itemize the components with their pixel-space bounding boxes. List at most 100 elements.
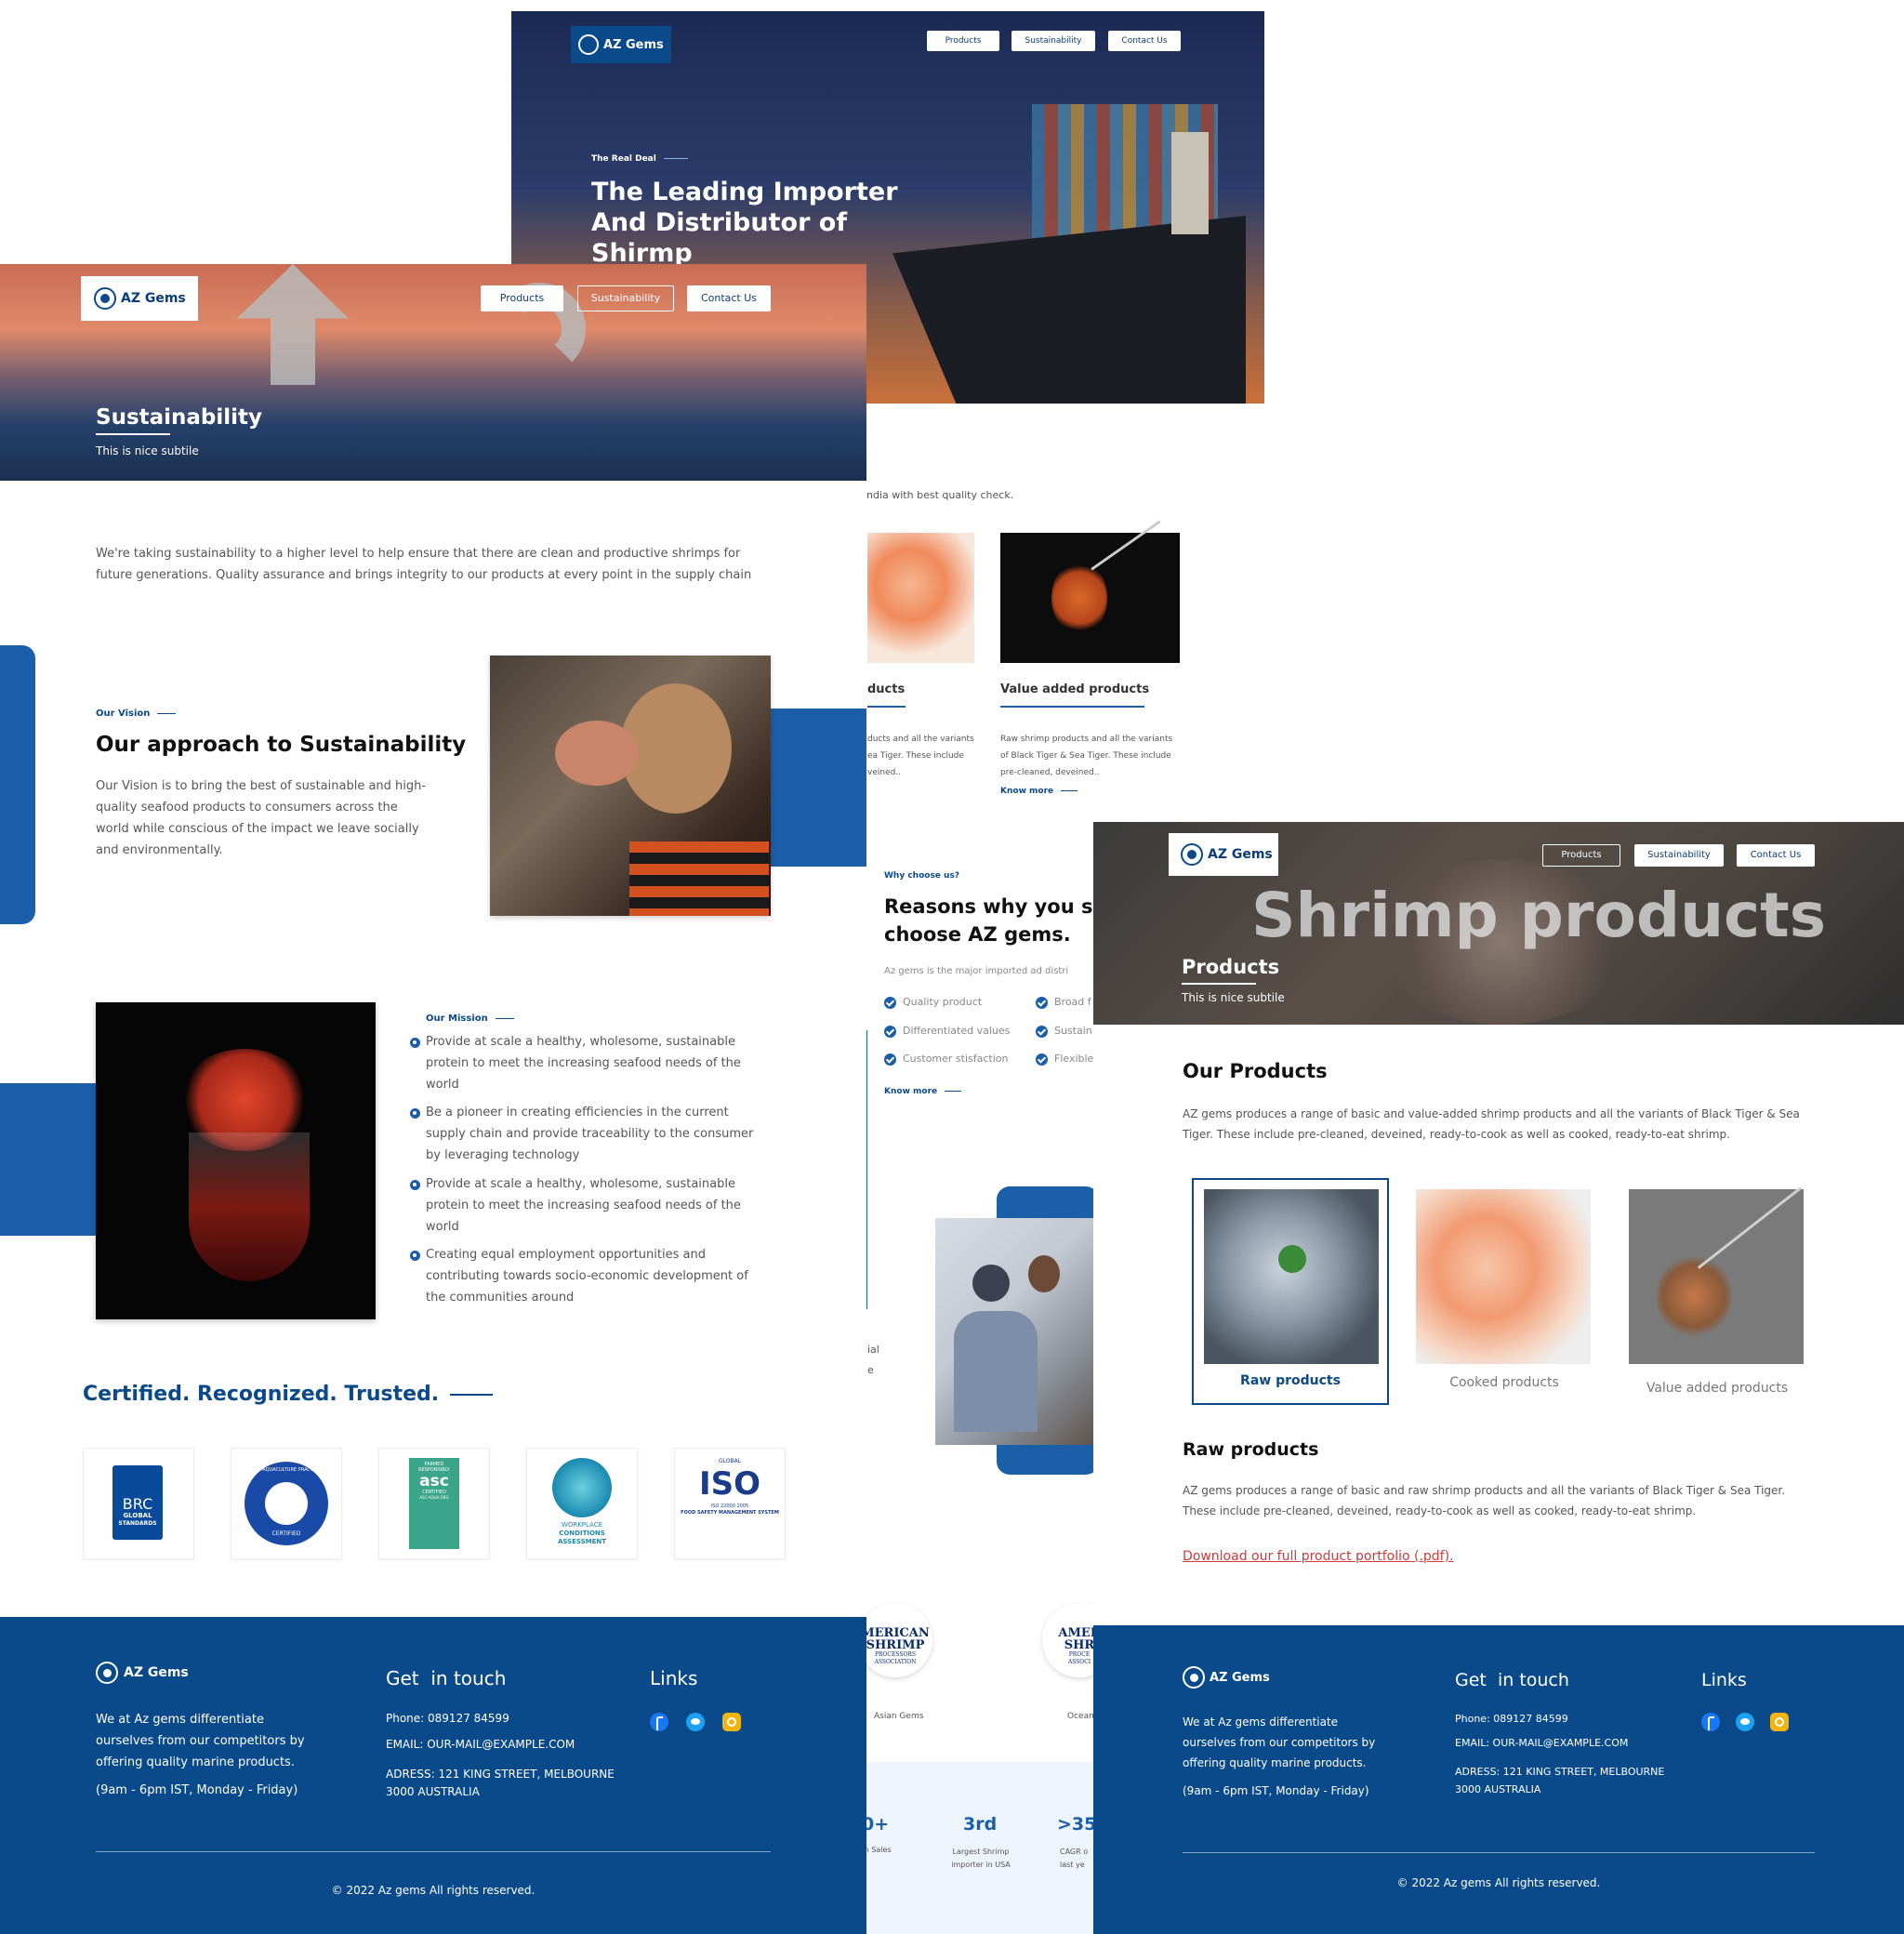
products-nav-products[interactable]: Products bbox=[1542, 844, 1620, 867]
stat-label: Largest Shrimp importer in USA bbox=[951, 1848, 1011, 1869]
hero-title-underline bbox=[96, 433, 170, 435]
tab-cooked-products[interactable]: Cooked products bbox=[1406, 1178, 1603, 1405]
products-footer: AZ Gems We at Az gems differentiate ourse… bbox=[1093, 1625, 1904, 1934]
home-nav-products[interactable]: Products bbox=[927, 31, 999, 51]
sustainability-logo[interactable]: AZ Gems bbox=[81, 276, 198, 321]
home-hero-eyebrow: The Real Deal bbox=[591, 154, 688, 164]
twitter-icon[interactable] bbox=[686, 1713, 705, 1731]
logo-emblem-icon bbox=[94, 287, 116, 310]
reason-item: Differentiated values bbox=[903, 1025, 1011, 1037]
products-page-panel: Shrimp products AZ Gems Products Sustain… bbox=[1093, 822, 1904, 1934]
logo-emblem-icon bbox=[578, 34, 599, 55]
card1-underline bbox=[867, 706, 906, 708]
sustainability-intro: We're taking sustainability to a higher … bbox=[96, 547, 752, 582]
footer-get-in-touch-title: Get in touch bbox=[1455, 1670, 1569, 1690]
why-know-more-link[interactable]: Know more bbox=[884, 1087, 962, 1096]
footer-hours: (9am - 6pm IST, Monday - Friday) bbox=[96, 1783, 298, 1797]
mission-eyebrow: Our Mission bbox=[426, 1013, 514, 1024]
products-hero-background-text: Shrimp products bbox=[1251, 880, 1827, 951]
tab-label: Raw products bbox=[1240, 1373, 1341, 1388]
certifications-heading: Certified. Recognized. Trusted. bbox=[83, 1383, 494, 1406]
stat-label: CAGR o last ye bbox=[1060, 1848, 1089, 1869]
home-nav-contact[interactable]: Contact Us bbox=[1108, 31, 1181, 51]
products-nav-sustainability[interactable]: Sustainability bbox=[1634, 844, 1724, 867]
hero-title-underline bbox=[1182, 983, 1256, 985]
sustainability-footer: AZ Gems We at Az gems differentiate ourse… bbox=[0, 1617, 866, 1934]
products-hero-title: Products bbox=[1182, 956, 1280, 978]
logo-emblem-icon bbox=[96, 1662, 118, 1684]
logo-text: AZ Gems bbox=[603, 37, 664, 52]
footer-divider bbox=[1183, 1852, 1815, 1853]
vision-title: Our approach to Sustainability bbox=[96, 733, 467, 757]
cargo-ship-image bbox=[874, 76, 1264, 404]
card1-title: ducts bbox=[867, 682, 906, 696]
logo-text: AZ Gems bbox=[1208, 847, 1273, 862]
products-nav-contact[interactable]: Contact Us bbox=[1737, 844, 1815, 867]
footer-hours: (9am - 6pm IST, Monday - Friday) bbox=[1183, 1784, 1369, 1797]
footer-email[interactable]: EMAIL: OUR-MAIL@EXAMPLE.COM bbox=[1455, 1737, 1628, 1749]
cooked-shrimp-card-image bbox=[867, 533, 974, 663]
raw-products-title: Raw products bbox=[1183, 1439, 1319, 1460]
mission-item: Creating equal employment opportunities … bbox=[426, 1248, 748, 1305]
download-portfolio-link[interactable]: Download our full product portfolio (.pd… bbox=[1183, 1549, 1454, 1564]
mission-item: Provide at scale a healthy, wholesome, s… bbox=[426, 1035, 741, 1092]
footer-get-in-touch-title: Get in touch bbox=[386, 1667, 507, 1689]
facebook-icon[interactable] bbox=[650, 1713, 668, 1731]
check-icon bbox=[884, 1053, 896, 1066]
check-icon bbox=[1036, 997, 1048, 1009]
check-icon bbox=[1036, 1026, 1048, 1038]
sust-nav-sustainability[interactable]: Sustainability bbox=[577, 285, 674, 311]
sust-nav-contact[interactable]: Contact Us bbox=[687, 285, 771, 311]
home-logo[interactable]: AZ Gems bbox=[571, 26, 671, 63]
sust-nav-products[interactable]: Products bbox=[481, 285, 563, 311]
cooked-shrimp-image bbox=[1416, 1189, 1591, 1364]
partner-caption: Asian Gems bbox=[874, 1712, 924, 1721]
workplace-conditions-logo: WORKPLACE CONDITIONS ASSESSMENT bbox=[526, 1448, 638, 1559]
blue-accent-block bbox=[768, 709, 866, 867]
check-icon bbox=[1036, 1053, 1048, 1066]
iso-certification-logo: GLOBAL ISO ISO 22000 2005 FOOD SAFETY MA… bbox=[674, 1448, 786, 1559]
why-desc: Az gems is the major imported ad distri bbox=[884, 966, 1069, 976]
footer-email[interactable]: EMAIL: OUR-MAIL@EXAMPLE.COM bbox=[386, 1738, 575, 1751]
partner-logo-american-shrimp: MERICAN SHRIMP PROCESSORS ASSOCIATION bbox=[858, 1603, 932, 1677]
reason-item: Flexible bbox=[1054, 1053, 1094, 1065]
products-logo[interactable]: AZ Gems bbox=[1169, 833, 1278, 876]
sustainability-hero-subtitle: This is nice subtile bbox=[96, 444, 199, 457]
tab-label: Cooked products bbox=[1449, 1375, 1559, 1390]
footer-divider bbox=[96, 1851, 771, 1852]
footer-links-title: Links bbox=[1701, 1670, 1747, 1690]
footer-about: We at Az gems differentiate ourselves fro… bbox=[1183, 1715, 1376, 1769]
logo-emblem-icon bbox=[1181, 843, 1203, 866]
footer-logo[interactable]: AZ Gems bbox=[1183, 1666, 1270, 1689]
card2-title[interactable]: Value added products bbox=[1000, 682, 1149, 696]
instagram-icon[interactable] bbox=[1770, 1713, 1789, 1731]
recycle-arrow-graphic bbox=[237, 264, 349, 385]
twitter-icon[interactable] bbox=[1736, 1713, 1754, 1731]
footer-logo-text: AZ Gems bbox=[1210, 1670, 1270, 1685]
reason-item: Quality product bbox=[903, 996, 983, 1008]
footer-phone[interactable]: Phone: 089127 84599 bbox=[386, 1712, 509, 1725]
sustainability-hero: AZ Gems Products Sustainability Contact … bbox=[0, 264, 866, 481]
tab-value-added-products[interactable]: Value added products bbox=[1619, 1178, 1816, 1405]
fragment-text: ial bbox=[867, 1344, 879, 1356]
logo-text: AZ Gems bbox=[121, 291, 186, 306]
our-products-text: AZ gems produces a range of basic and va… bbox=[1183, 1107, 1800, 1141]
bullet-icon bbox=[410, 1180, 420, 1190]
reason-item: Customer stisfaction bbox=[903, 1053, 1009, 1065]
reason-item: Sustain bbox=[1054, 1025, 1092, 1037]
check-icon bbox=[884, 1026, 896, 1038]
footer-copyright: © 2022 Az gems All rights reserved. bbox=[1396, 1876, 1601, 1889]
footer-logo[interactable]: AZ Gems bbox=[96, 1662, 189, 1684]
shrimp-in-glass-photo bbox=[96, 1002, 376, 1319]
facebook-icon[interactable] bbox=[1701, 1713, 1720, 1731]
footer-copyright: © 2022 Az gems All rights reserved. bbox=[331, 1884, 536, 1897]
boy-holding-shrimp-photo bbox=[490, 656, 771, 916]
blue-accent-block bbox=[0, 1083, 102, 1236]
footer-phone[interactable]: Phone: 089127 84599 bbox=[1455, 1713, 1568, 1725]
home-nav-sustainability[interactable]: Sustainability bbox=[1012, 31, 1095, 51]
blue-accent-block bbox=[0, 645, 35, 924]
instagram-icon[interactable] bbox=[722, 1713, 741, 1731]
mission-item: Be a pioneer in creating efficiencies in… bbox=[426, 1106, 754, 1162]
card2-know-more-link[interactable]: Know more bbox=[1000, 787, 1078, 796]
tab-raw-products[interactable]: Raw products bbox=[1192, 1178, 1389, 1405]
